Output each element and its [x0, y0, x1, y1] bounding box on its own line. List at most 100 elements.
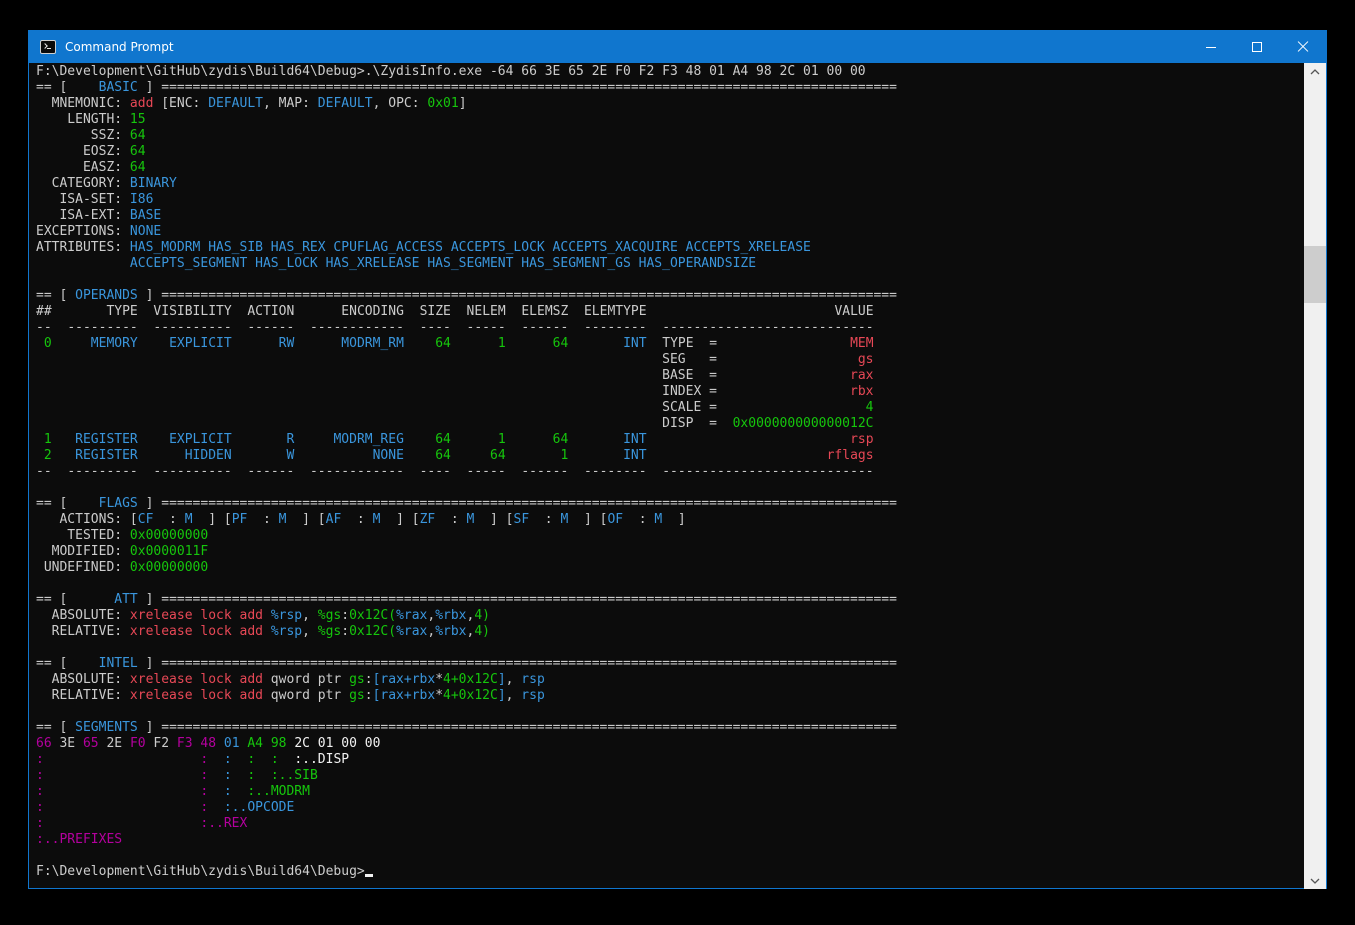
console-text-segment: :: [623, 512, 654, 527]
minimize-button[interactable]: [1188, 31, 1234, 63]
console-text-segment: :: [529, 512, 560, 527]
console-text-segment: xrelease lock add: [130, 608, 263, 623]
console-text-segment: HAS_MODRM HAS_SIB HAS_REX CPUFLAG_ACCESS…: [130, 240, 811, 255]
console-line: ACTIONS: [CF : M ] [PF : M ] [AF : M ] […: [36, 512, 1304, 528]
console-text-segment: SSZ:: [36, 128, 130, 143]
close-icon: [1297, 41, 1309, 53]
console-text-segment: ]: [498, 688, 506, 703]
console-text-segment: == [: [36, 80, 67, 95]
console-text-segment: ========================================…: [161, 592, 897, 607]
console-line: BASE = rax: [36, 368, 1304, 384]
console-text-segment: 0x00000000: [130, 560, 208, 575]
console-text-segment: --: [36, 464, 52, 479]
console-text-segment: INDEX =: [662, 384, 717, 399]
console-text-segment: ]: [138, 80, 161, 95]
console-text-segment: 98: [271, 736, 294, 751]
console-text-segment: :: [200, 752, 208, 767]
console-text-segment: 0x12C(: [349, 608, 396, 623]
console-line: 0 MEMORY EXPLICIT RW MODRM_RM 64 1 64 IN…: [36, 336, 1304, 352]
console-text-segment: :: [365, 688, 373, 703]
chevron-down-icon: [1310, 878, 1320, 884]
console-text-segment: 0x000000000000012C: [733, 416, 874, 431]
cmd-icon: [40, 40, 56, 54]
console-text-segment: ------------: [310, 320, 404, 335]
console-line: F:\Development\GitHub\zydis\Build64\Debu…: [36, 864, 1304, 880]
console-text-segment: :: [36, 768, 44, 783]
console-text-segment: NONE: [373, 448, 404, 463]
console-text-segment: HIDDEN: [185, 448, 232, 463]
console-text-segment: ---------------------------: [662, 320, 873, 335]
console-text-segment: 64: [130, 160, 146, 175]
console-text-segment: == [: [36, 496, 67, 511]
scrollbar[interactable]: [1304, 63, 1326, 889]
console-text-segment: 64: [553, 336, 569, 351]
console-text-segment: LENGTH:: [36, 112, 130, 127]
console-text-segment: ------: [247, 464, 294, 479]
console-text-segment: :..DISP: [294, 752, 349, 767]
console-text-segment: EXPLICIT: [169, 336, 232, 351]
console-text-segment: ] [: [286, 512, 325, 527]
maximize-button[interactable]: [1234, 31, 1280, 63]
console-text-segment: 64: [435, 448, 451, 463]
console-line: UNDEFINED: 0x00000000: [36, 560, 1304, 576]
console-text-segment: ] [: [193, 512, 232, 527]
console-line: [36, 704, 1304, 720]
console-text-segment: RW: [279, 336, 295, 351]
scrollbar-thumb[interactable]: [1304, 246, 1326, 303]
console-text-segment: gs: [858, 352, 874, 367]
scroll-up-button[interactable]: [1304, 63, 1326, 80]
console-text-segment: ENCODING: [341, 304, 404, 319]
console-text-segment: :: [153, 512, 184, 527]
close-button[interactable]: [1280, 31, 1326, 63]
console-line: LENGTH: 15: [36, 112, 1304, 128]
title-bar[interactable]: Command Prompt: [29, 31, 1326, 63]
console-area: F:\Development\GitHub\zydis\Build64\Debu…: [29, 63, 1326, 889]
console-text-segment: SCALE =: [662, 400, 717, 415]
console-line: ABSOLUTE: xrelease lock add %rsp, %gs:0x…: [36, 608, 1304, 624]
console-text-segment: 48: [200, 736, 223, 751]
console-text-segment: ,: [506, 672, 522, 687]
console-text-segment: :: [36, 784, 44, 799]
console-text-segment: :: [435, 512, 466, 527]
console-text-segment: 3E: [59, 736, 82, 751]
console-line: == [ BASIC ] ===========================…: [36, 80, 1304, 96]
console-text-segment: rax: [850, 368, 873, 383]
console-text-segment: %rsp: [271, 624, 302, 639]
console-line: 1 REGISTER EXPLICIT R MODRM_REG 64 1 64 …: [36, 432, 1304, 448]
console-text-segment: ELEMTYPE: [584, 304, 647, 319]
console-text-segment: ----------: [153, 464, 231, 479]
console-text-segment: SF: [514, 512, 530, 527]
chevron-up-icon: [1310, 69, 1320, 75]
scroll-down-button[interactable]: [1304, 872, 1326, 889]
console-line: SSZ: 64: [36, 128, 1304, 144]
console-text-segment: CF: [138, 512, 154, 527]
console-text-segment: 1: [498, 432, 506, 447]
console-text-segment: 1: [498, 336, 506, 351]
console-text-segment: F:\Development\GitHub\zydis\Build64\Debu…: [36, 864, 365, 879]
console-line: [36, 576, 1304, 592]
console-text-segment: :..MODRM: [247, 784, 310, 799]
console-text-segment: :..PREFIXES: [36, 832, 122, 847]
console-text-segment: :: [36, 752, 44, 767]
console-text-segment: EOSZ:: [36, 144, 130, 159]
console-text-segment: ]: [138, 496, 161, 511]
console-text-segment: :: [36, 800, 44, 815]
console-text-segment: ]: [138, 288, 161, 303]
console-text-segment: rsp: [521, 688, 544, 703]
console-text-segment: --------: [584, 320, 647, 335]
console-line: ## TYPE VISIBILITY ACTION ENCODING SIZE …: [36, 304, 1304, 320]
console-text-segment: == [: [36, 656, 67, 671]
console-text-segment: [ENC:: [153, 96, 208, 111]
console-text-segment: == [: [36, 288, 75, 303]
console-text-segment: NELEM: [467, 304, 506, 319]
console-text-segment: %rbx: [435, 624, 466, 639]
console-text-segment: INT: [623, 448, 646, 463]
console-text-segment: ACTIONS: [: [36, 512, 138, 527]
console-text-segment: ]: [138, 720, 161, 735]
console-line: MNEMONIC: add [ENC: DEFAULT, MAP: DEFAUL…: [36, 96, 1304, 112]
console-text-segment: ] [: [568, 512, 607, 527]
console-text-segment: FLAGS: [99, 496, 138, 511]
console-text-segment: 2C 01 00 00: [294, 736, 380, 751]
console-output[interactable]: F:\Development\GitHub\zydis\Build64\Debu…: [29, 63, 1304, 889]
console-text-segment: ---------: [67, 464, 137, 479]
